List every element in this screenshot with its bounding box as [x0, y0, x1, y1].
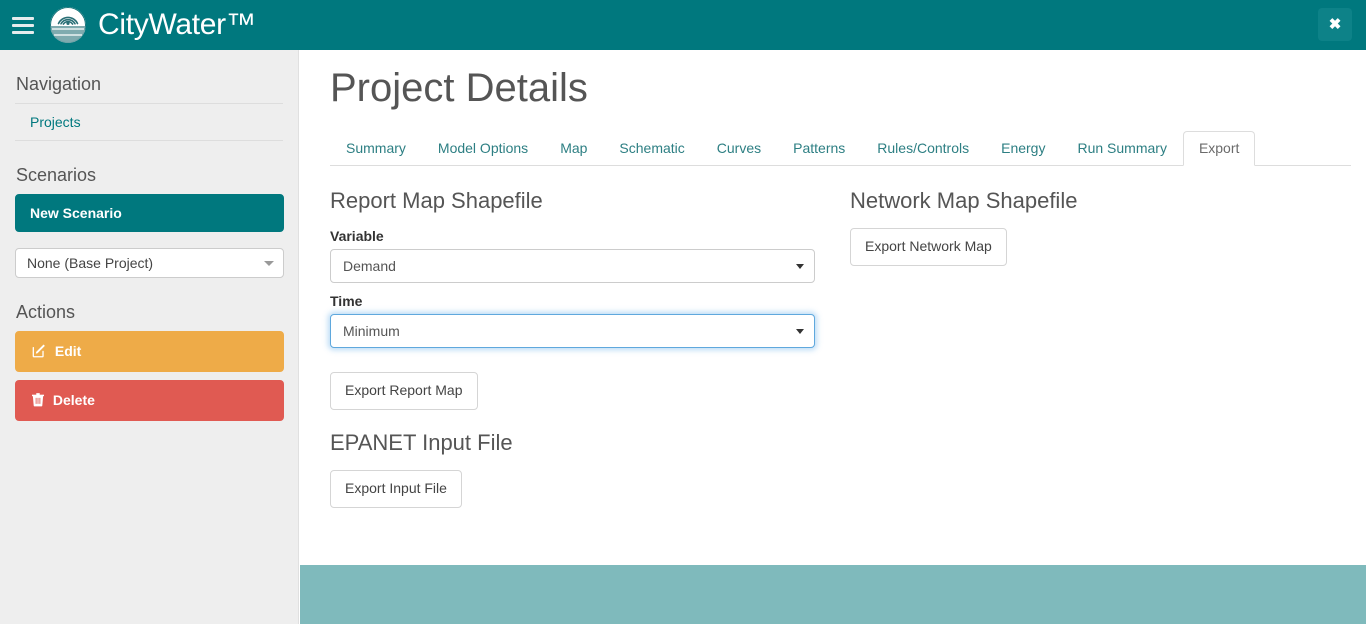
new-scenario-button[interactable]: New Scenario [15, 194, 284, 232]
chevron-down-icon [796, 264, 804, 270]
sidebar-item-projects[interactable]: Projects [15, 104, 283, 140]
tab-patterns[interactable]: Patterns [777, 131, 861, 166]
scenario-select[interactable]: None (Base Project) [15, 248, 284, 278]
chevron-down-icon [264, 261, 274, 266]
page-title: Project Details [330, 66, 588, 110]
report-map-section-title: Report Map Shapefile [330, 188, 543, 213]
variable-select-value[interactable]: Demand [330, 249, 815, 284]
tab-bar: Summary Model Options Map Schematic Curv… [330, 130, 1351, 166]
navigation-heading: Navigation [16, 74, 102, 94]
tab-energy[interactable]: Energy [985, 131, 1061, 166]
export-network-map-button[interactable]: Export Network Map [850, 228, 1007, 266]
export-input-file-button[interactable]: Export Input File [330, 470, 462, 508]
edit-button[interactable]: Edit [15, 331, 284, 372]
delete-button-label: Delete [52, 392, 95, 408]
footer-bar [300, 565, 1366, 624]
close-button[interactable]: ✖ [1318, 8, 1352, 41]
hamburger-bar [12, 23, 34, 27]
sidebar: Navigation Projects Scenarios New Scenar… [0, 50, 299, 624]
tab-run-summary[interactable]: Run Summary [1061, 131, 1182, 166]
tab-export[interactable]: Export [1182, 131, 1256, 166]
variable-label: Variable [330, 228, 384, 245]
trash-icon [32, 383, 44, 422]
tab-rules-controls[interactable]: Rules/Controls [861, 131, 985, 166]
edit-pencil-icon [32, 334, 46, 373]
time-select[interactable]: Minimum [330, 314, 815, 349]
variable-select[interactable]: Demand [330, 249, 815, 284]
tab-model-options[interactable]: Model Options [422, 131, 544, 166]
report-map-column: Report Map Shapefile Variable Demand Tim… [330, 188, 850, 508]
brand-title[interactable]: CityWater™ [98, 10, 256, 40]
hamburger-icon[interactable] [12, 16, 34, 34]
scenario-select-value[interactable]: None (Base Project) [15, 248, 284, 278]
tab-map[interactable]: Map [544, 131, 603, 166]
citywater-logo[interactable] [50, 7, 86, 43]
actions-heading: Actions [16, 302, 76, 322]
hamburger-bar [12, 30, 34, 34]
network-map-column: Network Map Shapefile Export Network Map [850, 188, 1340, 508]
main-content: Project Details Summary Model Options Ma… [300, 50, 1366, 565]
scenarios-heading: Scenarios [16, 165, 97, 185]
epanet-section-title: EPANET Input File [330, 429, 513, 455]
hamburger-bar [12, 16, 34, 20]
top-navbar: CityWater™ ✖ [0, 0, 1366, 50]
tab-schematic[interactable]: Schematic [603, 131, 700, 166]
time-label: Time [330, 293, 363, 310]
edit-button-label: Edit [54, 343, 82, 359]
chevron-down-icon [796, 329, 804, 335]
time-select-value[interactable]: Minimum [330, 314, 815, 349]
delete-button[interactable]: Delete [15, 380, 284, 421]
export-report-map-button[interactable]: Export Report Map [330, 372, 478, 410]
tab-summary[interactable]: Summary [330, 131, 422, 166]
export-panel: Report Map Shapefile Variable Demand Tim… [330, 188, 1351, 508]
navigation-list: Projects [15, 103, 283, 141]
tab-curves[interactable]: Curves [701, 131, 777, 166]
network-map-section-title: Network Map Shapefile [850, 188, 1078, 213]
